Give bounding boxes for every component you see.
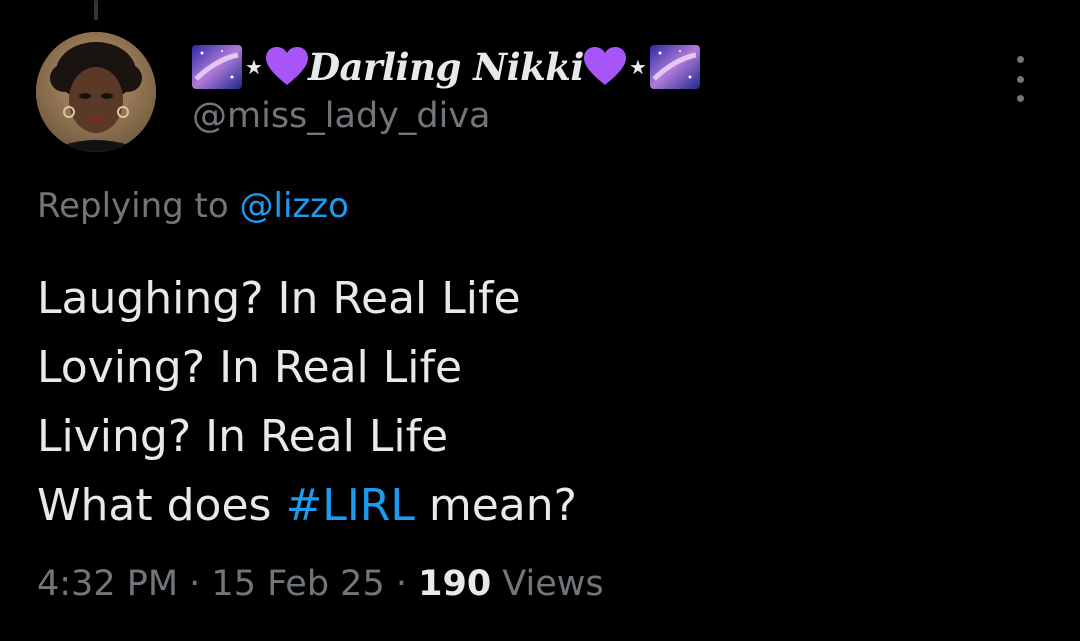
purple-heart-icon	[265, 47, 308, 87]
purple-heart-icon	[583, 47, 626, 87]
avatar-image	[36, 32, 156, 152]
more-options-icon	[1016, 75, 1024, 83]
more-options-icon	[1016, 56, 1024, 63]
display-name: Darling Nikki	[307, 45, 585, 89]
tweet-metadata: 4:32 PM · 15 Feb 25 · 190 Views	[37, 564, 604, 604]
tweet-text: Laughing? In Real Life Loving? In Real L…	[37, 264, 577, 540]
views-count[interactable]: 190	[418, 564, 491, 604]
views-label[interactable]: Views	[491, 564, 603, 604]
hashtag-link[interactable]: #LIRL	[285, 480, 414, 531]
tweet-text-line: Living? In Real Life	[37, 411, 449, 462]
reply-mention-link[interactable]: @lizzo	[240, 186, 349, 226]
separator-dot: ·	[178, 564, 212, 604]
star-decoration-icon: ★	[628, 55, 647, 79]
user-handle[interactable]: @miss_lady_diva	[192, 96, 491, 136]
replying-to-label: Replying to	[37, 186, 229, 226]
thread-connector-line	[94, 0, 98, 20]
tweet-text-line: What does #LIRL mean?	[37, 471, 577, 540]
display-name-row[interactable]: ★ Darling Nikki ★	[192, 42, 700, 92]
galaxy-emoji-icon	[192, 45, 242, 89]
galaxy-emoji-icon	[649, 45, 700, 89]
tweet-time[interactable]: 4:32 PM	[37, 564, 178, 604]
tweet-text-fragment: mean?	[414, 480, 578, 531]
more-options-icon	[1016, 95, 1024, 102]
more-options-button[interactable]	[1004, 56, 1036, 102]
tweet-text-line: Loving? In Real Life	[37, 342, 463, 393]
tweet-text-line: Laughing? In Real Life	[37, 273, 521, 324]
replying-to-row: Replying to @lizzo	[37, 186, 349, 226]
tweet-text-fragment: What does	[37, 480, 286, 531]
separator-dot: ·	[384, 564, 419, 604]
avatar[interactable]	[36, 32, 156, 152]
tweet-date[interactable]: 15 Feb 25	[211, 564, 384, 604]
star-decoration-icon: ★	[245, 55, 263, 79]
